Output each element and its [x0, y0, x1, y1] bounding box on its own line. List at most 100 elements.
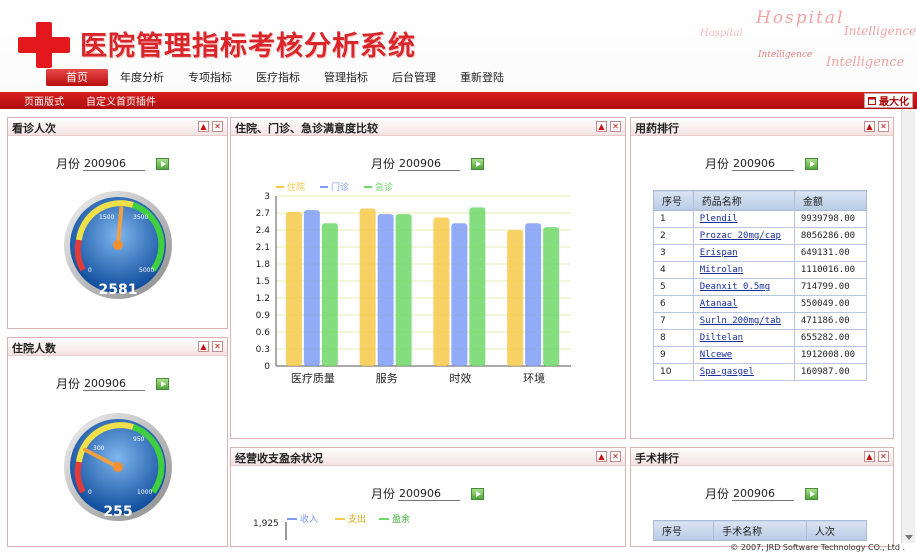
- nav-medical-indicators[interactable]: 医疗指标: [244, 69, 312, 86]
- nav-management-indicators[interactable]: 管理指标: [312, 69, 380, 86]
- column-header: 人次: [805, 520, 868, 541]
- month-input[interactable]: 200906: [83, 377, 146, 391]
- surgery-rank-panel: 手术排行 ▲ ✕ 月份 200906 序号 手术名称 人次: [630, 447, 894, 547]
- legend-label: 住院: [287, 181, 305, 193]
- table-row: 7 Surln 200mg/tab 471186.00: [653, 312, 868, 330]
- go-button[interactable]: [156, 157, 170, 170]
- collapse-icon[interactable]: ▲: [864, 121, 875, 132]
- close-icon[interactable]: ✕: [212, 341, 223, 352]
- panel-header: 手术排行 ▲ ✕: [631, 448, 893, 466]
- month-label: 月份: [705, 487, 730, 501]
- month-selector: 月份 200906: [705, 485, 819, 502]
- close-icon[interactable]: ✕: [878, 451, 889, 462]
- panel-header: 住院人数 ▲ ✕: [8, 338, 227, 356]
- month-input[interactable]: 200906: [398, 487, 461, 501]
- x-tick-label: 服务: [376, 372, 398, 385]
- drug-name-link[interactable]: Erispan: [692, 244, 795, 262]
- drug-name-link[interactable]: Spa-gasgel: [692, 363, 795, 381]
- drug-rank-panel: 用药排行 ▲ ✕ 月份 200906 序号 药品名称 金额 1 Plendil 993…: [630, 117, 894, 439]
- legend-label: 急诊: [375, 181, 393, 193]
- panel-title: 经营收支盈余状况: [235, 452, 323, 465]
- visits-gauge: 0 1500 3500 5000 2581: [63, 188, 173, 307]
- collapse-icon[interactable]: ▲: [198, 121, 209, 132]
- deco-text: Intelligence: [844, 24, 917, 38]
- month-input[interactable]: 200906: [83, 157, 146, 171]
- custom-plugin-link[interactable]: 自定义首页插件: [86, 93, 156, 108]
- go-button[interactable]: [805, 157, 819, 170]
- month-input[interactable]: 200906: [732, 487, 795, 501]
- gauge-tick: 3500: [133, 214, 148, 221]
- drug-name-link[interactable]: Deanxit 0.5mg: [692, 278, 795, 296]
- collapse-icon[interactable]: ▲: [596, 121, 607, 132]
- visits-panel: 看诊人次 ▲ ✕ 月份 200906 0 1500 3500 5000 2581: [7, 117, 228, 329]
- panel-title: 住院人数: [12, 342, 56, 355]
- go-button[interactable]: [805, 487, 819, 500]
- go-button[interactable]: [471, 487, 485, 500]
- bar-急诊: [543, 227, 560, 366]
- nav-relogin[interactable]: 重新登陆: [448, 69, 516, 86]
- legend-label: 门诊: [331, 181, 349, 193]
- go-button[interactable]: [156, 377, 170, 390]
- column-header: 手术名称: [713, 520, 807, 541]
- vertical-scrollbar[interactable]: [901, 110, 915, 543]
- satisfaction-panel: 住院、门诊、急诊满意度比较 ▲ ✕ 月份 200906 0 0.3 0.6 0.9 1.2…: [230, 117, 626, 439]
- go-button[interactable]: [471, 157, 485, 170]
- drug-name-link[interactable]: Diltelan: [692, 329, 795, 347]
- drug-name-link[interactable]: Plendil: [692, 210, 795, 228]
- drug-name-link[interactable]: Atanaal: [692, 295, 795, 313]
- deco-text: Intelligence: [758, 50, 813, 60]
- collapse-icon[interactable]: ▲: [596, 451, 607, 462]
- inpatients-panel: 住院人数 ▲ ✕ 月份 200906 0 300 950 1000 255: [7, 337, 228, 547]
- legend-label: 盈余: [392, 513, 410, 525]
- collapse-icon[interactable]: ▲: [864, 451, 875, 462]
- panel-title: 住院、门诊、急诊满意度比较: [235, 122, 378, 135]
- deco-text: Intelligence: [826, 55, 905, 70]
- gauge-value: 2581: [99, 282, 138, 298]
- amount-cell: 655282.00: [793, 329, 868, 347]
- close-icon[interactable]: ✕: [878, 121, 889, 132]
- legend-label: 收入: [300, 513, 318, 525]
- header: 医院管理指标考核分析系统 Hospital Hospital Intellige…: [0, 0, 917, 92]
- gauge-tick: 0: [88, 267, 92, 274]
- drug-name-link[interactable]: Prozac 20mg/cap: [692, 227, 795, 245]
- scroll-down-icon[interactable]: [905, 535, 913, 540]
- nav-annual-analysis[interactable]: 年度分析: [108, 69, 176, 86]
- collapse-icon[interactable]: ▲: [198, 341, 209, 352]
- copyright: © 2007, JRD Software Technology CO., Ltd…: [730, 543, 905, 552]
- y-tick-label: 0.6: [256, 328, 271, 338]
- nav-special-indicators[interactable]: 专项指标: [176, 69, 244, 86]
- drug-name-link[interactable]: Surln 200mg/tab: [692, 312, 795, 330]
- maximize-button[interactable]: 最大化: [864, 93, 913, 108]
- month-selector: 月份 200906: [56, 155, 170, 172]
- row-index: 1: [653, 210, 694, 228]
- month-input[interactable]: 200906: [398, 157, 461, 171]
- page-layout-link[interactable]: 页面版式: [24, 93, 64, 108]
- bar-住院: [507, 230, 524, 366]
- month-input[interactable]: 200906: [732, 157, 795, 171]
- month-label: 月份: [56, 157, 81, 171]
- panel-header: 用药排行 ▲ ✕: [631, 118, 893, 136]
- panel-header: 经营收支盈余状况 ▲ ✕: [231, 448, 625, 466]
- drug-rank-table: 序号 药品名称 金额 1 Plendil 9939798.00 2 Prozac 20m…: [653, 190, 868, 381]
- nav-home[interactable]: 首页: [46, 69, 108, 86]
- gauge-hub: [113, 240, 123, 250]
- close-icon[interactable]: ✕: [212, 121, 223, 132]
- amount-cell: 649131.00: [793, 244, 868, 262]
- inpatients-gauge: 0 300 950 1000 255: [63, 410, 173, 529]
- surgery-rank-table: 序号 手术名称 人次: [652, 520, 868, 541]
- drug-name-link[interactable]: Mitrolan: [692, 261, 795, 279]
- nav-backend-admin[interactable]: 后台管理: [380, 69, 448, 86]
- row-index: 8: [653, 329, 694, 347]
- close-icon[interactable]: ✕: [610, 451, 621, 462]
- satisfaction-bar-chart: 0 0.3 0.6 0.9 1.2 1.5 1.8 2.1 2.4 2.7 3 医疗质量 服务 时效 环境 住…: [256, 181, 571, 385]
- deco-text: Hospital: [756, 8, 845, 28]
- y-tick-label: 2.7: [256, 209, 270, 219]
- amount-cell: 1110016.00: [793, 261, 868, 279]
- bar-急诊: [321, 223, 338, 366]
- x-tick-label: 时效: [449, 371, 471, 385]
- close-icon[interactable]: ✕: [610, 121, 621, 132]
- system-title: 医院管理指标考核分析系统: [80, 31, 416, 62]
- y-tick-label: 0.9: [256, 311, 271, 321]
- table-row: 5 Deanxit 0.5mg 714799.00: [653, 278, 868, 296]
- drug-name-link[interactable]: Nlcewe: [692, 346, 795, 364]
